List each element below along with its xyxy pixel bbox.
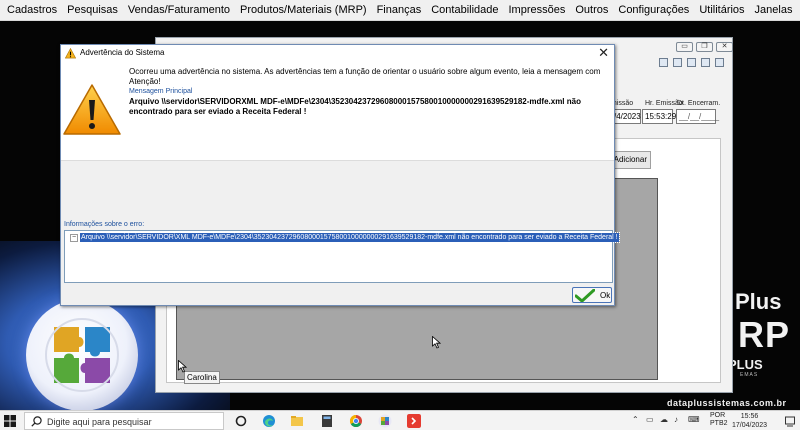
puzzle-app-icon[interactable]: [378, 414, 392, 428]
emissao-date-field[interactable]: /4/2023: [611, 109, 641, 124]
error-info-label: Informações sobre o erro:: [64, 221, 145, 228]
language-code: POR: [710, 412, 726, 419]
close-icon[interactable]: ✕: [598, 46, 609, 60]
emissao-time-field[interactable]: 15:53:29: [642, 109, 676, 124]
site-url-text: dataplussistemas.com.br: [667, 398, 787, 408]
ok-button[interactable]: Ok: [572, 287, 612, 303]
puzzle-logo: [26, 299, 138, 410]
keyboard-layout: PTB2: [710, 420, 728, 427]
dialog-message-area: Ocorreu uma advertência no sistema. As a…: [61, 62, 614, 161]
error-info-box[interactable]: − Arquivo \\servidor\SERVIDOR\XML MDF-e\…: [64, 230, 620, 283]
refresh-icon[interactable]: [687, 58, 696, 67]
user-icon[interactable]: [701, 58, 710, 67]
collapse-icon[interactable]: −: [70, 234, 78, 242]
window-controls: ▭ ❐ ✕: [676, 42, 733, 52]
error-detail-line[interactable]: Arquivo \\servidor\SERVIDOR\XML MDF-e\MD…: [79, 232, 620, 243]
warning-dialog: Advertência do Sistema ✕ Ocorreu uma adv…: [60, 44, 620, 306]
menu-item-pesquisas[interactable]: Pesquisas: [62, 0, 123, 21]
menu-item-financas[interactable]: Finanças: [372, 0, 427, 21]
keyboard-icon[interactable]: ⌨: [688, 415, 700, 424]
main-message-label: Mensagem Principal: [129, 88, 193, 95]
mouse-cursor-icon: [178, 360, 187, 373]
anydesk-icon[interactable]: [407, 414, 421, 428]
warning-icon: [65, 48, 76, 59]
task-view-icon[interactable]: [234, 414, 248, 428]
menu-item-outros[interactable]: Outros: [570, 0, 613, 21]
edge-icon[interactable]: [262, 414, 276, 428]
network-icon[interactable]: ▭: [646, 415, 654, 424]
user-tooltip: Carolina: [184, 371, 220, 384]
toolbar-icons: [659, 58, 724, 67]
speaker-icon[interactable]: ♪: [674, 415, 678, 424]
minimize-icon[interactable]: ▭: [676, 42, 693, 52]
ok-button-label: Ok: [600, 291, 611, 300]
clock-time: 15:56: [740, 413, 759, 420]
site-url: dataplussistemas.com.br: [667, 398, 787, 408]
add-button[interactable]: Adicionar: [611, 151, 651, 169]
taskbar-search[interactable]: Digite aqui para pesquisar: [24, 412, 224, 430]
menu-item-utilitarios[interactable]: Utilitários: [694, 0, 749, 21]
search-placeholder: Digite aqui para pesquisar: [47, 417, 152, 427]
dialog-title: Advertência do Sistema: [80, 48, 165, 57]
menu-bar: Cadastros Pesquisas Vendas/Faturamento P…: [0, 0, 800, 21]
close-icon[interactable]: ✕: [716, 42, 733, 52]
check-icon: [575, 289, 595, 302]
input-language[interactable]: POR PTB2: [710, 412, 728, 428]
restore-icon[interactable]: ❐: [696, 42, 713, 52]
column-header-dt-encerram: Dt. Encerram.: [677, 100, 721, 107]
menu-item-configuracoes[interactable]: Configurações: [613, 0, 694, 21]
menu-item-vendas[interactable]: Vendas/Faturamento: [123, 0, 235, 21]
brand-plus-text: Plus: [735, 289, 782, 314]
mouse-cursor-icon: [432, 336, 441, 349]
main-message: Arquivo \\servidor\SERVIDORXML MDF-e\MDF…: [129, 97, 581, 116]
cloud-icon[interactable]: ☁: [660, 415, 668, 424]
menu-item-cadastros[interactable]: Cadastros: [0, 0, 62, 21]
brand-rp-text: RP: [738, 314, 791, 355]
help-icon[interactable]: [715, 58, 724, 67]
calculator-icon[interactable]: [320, 414, 334, 428]
warning-icon: [63, 84, 121, 135]
menu-item-janelas[interactable]: Janelas: [750, 0, 798, 21]
brand-plus-caps: PLUS: [728, 357, 763, 372]
encerramento-date-field[interactable]: __/__/____: [676, 109, 719, 124]
search-icon[interactable]: [673, 58, 682, 67]
print-icon[interactable]: [659, 58, 668, 67]
windows-icon[interactable]: [4, 415, 16, 427]
chevron-up-icon[interactable]: ⌃: [632, 415, 639, 424]
file-explorer-icon[interactable]: [290, 414, 304, 428]
clock-date: 17/04/2023: [732, 422, 768, 429]
menu-item-impressoes[interactable]: Impressões: [504, 0, 571, 21]
dialog-message: Ocorreu uma advertência no sistema. As a…: [129, 67, 601, 86]
dialog-title-bar: Advertência do Sistema ✕: [61, 45, 614, 62]
search-icon: [31, 416, 42, 427]
menu-item-contabilidade[interactable]: Contabilidade: [426, 0, 503, 21]
taskbar: Digite aqui para pesquisar ⌃ ▭ ☁ ♪ ⌨ POR…: [0, 410, 800, 430]
system-tray: ⌃ ▭ ☁ ♪ ⌨: [632, 415, 702, 427]
notification-icon[interactable]: [784, 415, 796, 427]
chrome-icon[interactable]: [349, 414, 363, 428]
system-clock[interactable]: 15:56 17/04/2023: [732, 412, 767, 430]
menu-item-produtos[interactable]: Produtos/Materiais (MRP): [235, 0, 372, 21]
brand-sistemas-text: EMAS: [740, 372, 759, 378]
